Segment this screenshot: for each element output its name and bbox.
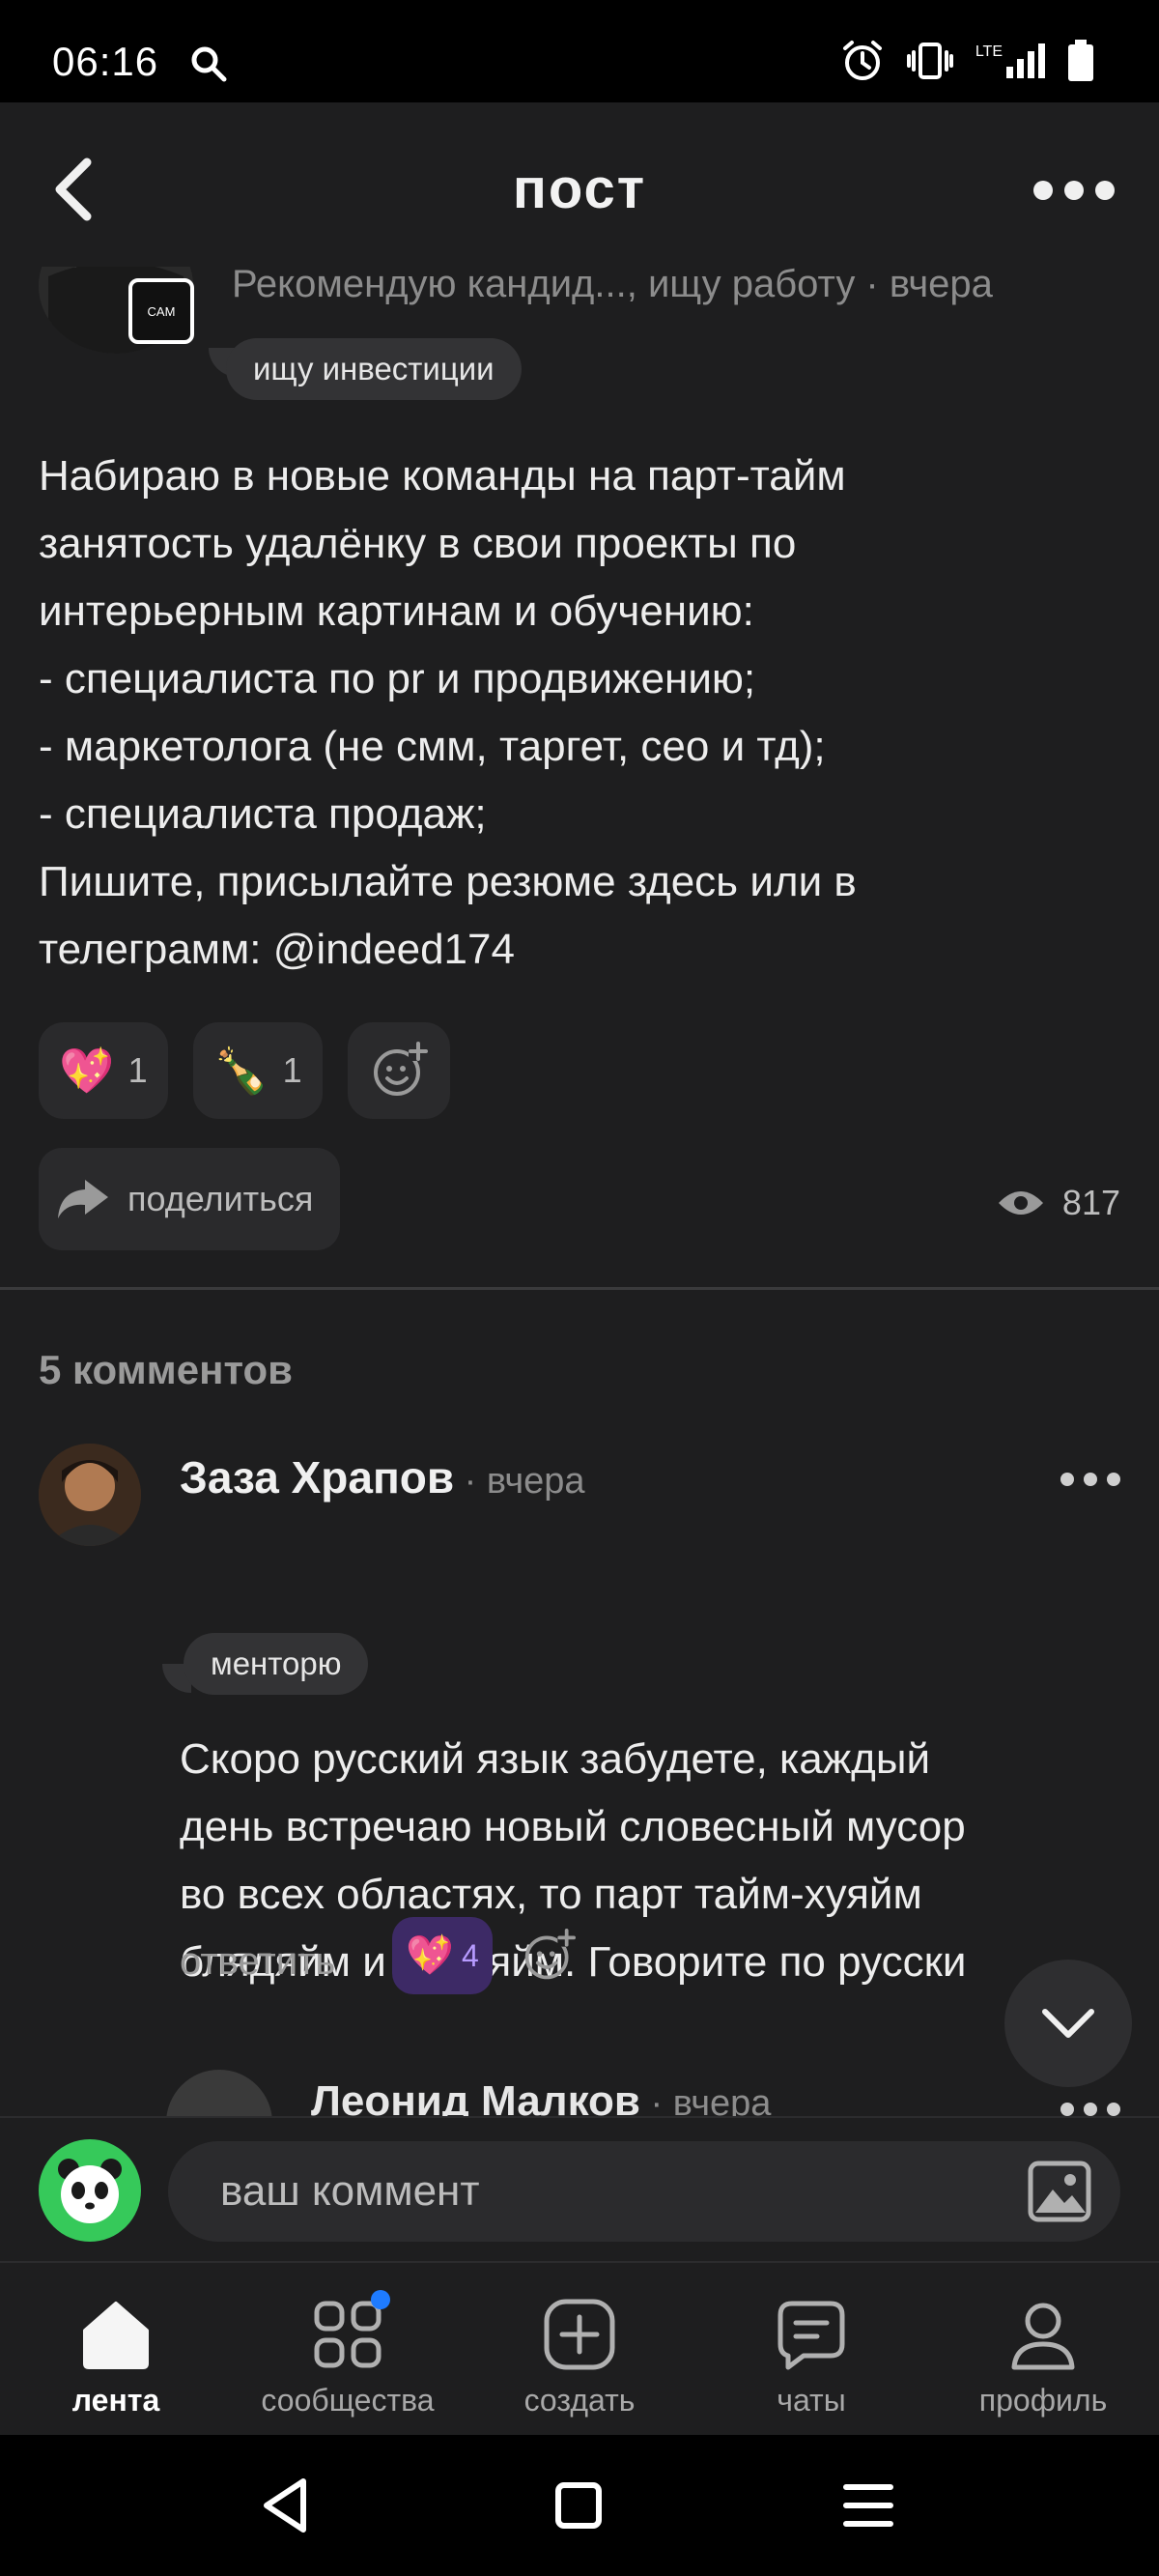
search-icon <box>191 46 227 82</box>
top-header: пост <box>0 102 1159 267</box>
author-tag-label: ищу инвестиции <box>253 351 495 386</box>
nav-home-icon[interactable] <box>545 2472 612 2539</box>
add-reaction-icon <box>374 1042 428 1096</box>
reaction-heart[interactable]: 💖 1 <box>39 1022 168 1119</box>
comment-reaction-heart[interactable]: 💖 4 <box>392 1917 493 1994</box>
post-line: Пишите, присылайте резюме здесь или в <box>39 858 857 905</box>
post-body: Набираю в новые команды на парт-тайм зан… <box>39 443 1120 984</box>
more-horizontal-icon[interactable] <box>1026 176 1122 205</box>
commenter-name-text: Заза Храпов <box>180 1452 455 1503</box>
status-icons: LTE <box>840 39 1095 83</box>
tab-chats[interactable]: чаты <box>695 2263 927 2435</box>
more-horizontal-icon[interactable] <box>1060 2103 1120 2116</box>
commenter-tag-label: менторю <box>211 1646 342 1681</box>
battery-icon <box>1068 40 1093 81</box>
share-button[interactable]: поделиться <box>39 1148 340 1250</box>
reaction-count: 1 <box>282 1050 302 1090</box>
commenter-tag: менторю <box>184 1633 369 1695</box>
tab-feed[interactable]: лента <box>0 2263 232 2435</box>
comment-line: во всех областях, то парт тайм-хуяйм <box>180 1871 922 1918</box>
tab-communities[interactable]: сообщества <box>232 2263 464 2435</box>
notification-dot <box>371 2290 390 2309</box>
post-line: - маркетолога (не смм, таргет, сео и тд)… <box>39 723 826 770</box>
commenter-name[interactable]: Заза Храпов · вчера <box>180 1451 585 1503</box>
tab-feed-label: лента <box>71 2383 160 2418</box>
post-line: занятость удалёнку в свои проекты по <box>39 520 797 567</box>
more-horizontal-icon[interactable] <box>1060 1473 1120 1486</box>
heart-icon: 💖 <box>59 1045 115 1096</box>
app-screen: пост CAM Рекомендую кандид..., ищу работ… <box>0 102 1159 2435</box>
scroll-down-button[interactable] <box>1004 1960 1132 2087</box>
post-meta: Рекомендую кандид..., ищу работу · вчера <box>232 263 993 305</box>
panda-icon <box>58 2159 122 2223</box>
eye-icon <box>998 1191 1043 1215</box>
home-icon <box>83 2302 149 2369</box>
tab-create[interactable]: создать <box>464 2263 695 2435</box>
system-nav-bar <box>0 2435 1159 2576</box>
bottom-tab-bar: лента сообщества создать чаты профиль <box>0 2261 1159 2435</box>
cam-badge-label: CAM <box>147 303 176 319</box>
alarm-icon <box>842 41 882 80</box>
add-reaction-icon[interactable] <box>522 1929 576 1983</box>
section-divider <box>0 1287 1159 1290</box>
tab-create-label: создать <box>523 2383 636 2418</box>
views-counter: 817 <box>997 1183 1120 1223</box>
comment-line: Скоро русский язык забудете, каждый <box>180 1735 931 1783</box>
grid-icon <box>307 2290 390 2375</box>
views-count: 817 <box>1061 1183 1120 1222</box>
reaction-champagne[interactable]: 🍾 1 <box>193 1022 323 1119</box>
page-title: пост <box>512 157 647 220</box>
post-line: телеграмм: @indeed174 <box>39 926 515 973</box>
commenter-avatar[interactable] <box>39 1444 141 1546</box>
post-line: Набираю в новые команды на парт-тайм <box>39 452 846 500</box>
chevron-down-icon <box>1042 2009 1094 2038</box>
status-time: 06:16 <box>52 39 159 84</box>
person-icon <box>1011 2303 1075 2370</box>
status-bar: 06:16 LTE <box>0 0 1159 102</box>
tab-communities-label: сообщества <box>261 2383 435 2418</box>
share-icon <box>58 1180 108 1218</box>
post-line: интерьерным картинам и обучению: <box>39 587 754 635</box>
champagne-icon: 🍾 <box>213 1045 269 1096</box>
comment-time: · вчера <box>454 1461 585 1502</box>
reply-button[interactable]: ответить <box>180 1940 335 1984</box>
vibrate-icon <box>906 43 953 79</box>
reaction-count: 1 <box>127 1050 148 1090</box>
share-label: поделиться <box>127 1179 314 1218</box>
tab-profile-label: профиль <box>978 2383 1108 2418</box>
reaction-count: 4 <box>462 1937 479 1973</box>
author-tag: ищу инвестиции <box>226 338 522 400</box>
nav-back-icon[interactable] <box>253 2472 321 2539</box>
image-attach-icon[interactable] <box>1028 2161 1091 2222</box>
lte-signal-icon: LTE <box>975 43 1045 78</box>
tab-chats-label: чаты <box>777 2383 846 2418</box>
network-type: LTE <box>975 43 1003 60</box>
post-line: - специалиста продаж; <box>39 790 487 838</box>
plus-square-icon <box>544 2299 615 2370</box>
comment-input[interactable]: ваш коммент <box>168 2141 1120 2242</box>
post-line: - специалиста по pr и продвижению; <box>39 655 756 702</box>
comment-placeholder: ваш коммент <box>220 2167 480 2215</box>
cam-badge: CAM <box>128 278 194 344</box>
user-avatar-panda[interactable] <box>39 2139 141 2242</box>
nav-menu-icon[interactable] <box>834 2472 902 2539</box>
comment-line: день встречаю новый словесный мусор <box>180 1803 966 1850</box>
tab-profile[interactable]: профиль <box>927 2263 1159 2435</box>
add-reaction-button[interactable] <box>348 1022 450 1119</box>
comments-count: 5 комментов <box>39 1347 293 1392</box>
heart-icon: 💖 <box>406 1934 454 1977</box>
chat-icon <box>777 2301 845 2370</box>
comment-composer: ваш коммент <box>0 2116 1159 2261</box>
